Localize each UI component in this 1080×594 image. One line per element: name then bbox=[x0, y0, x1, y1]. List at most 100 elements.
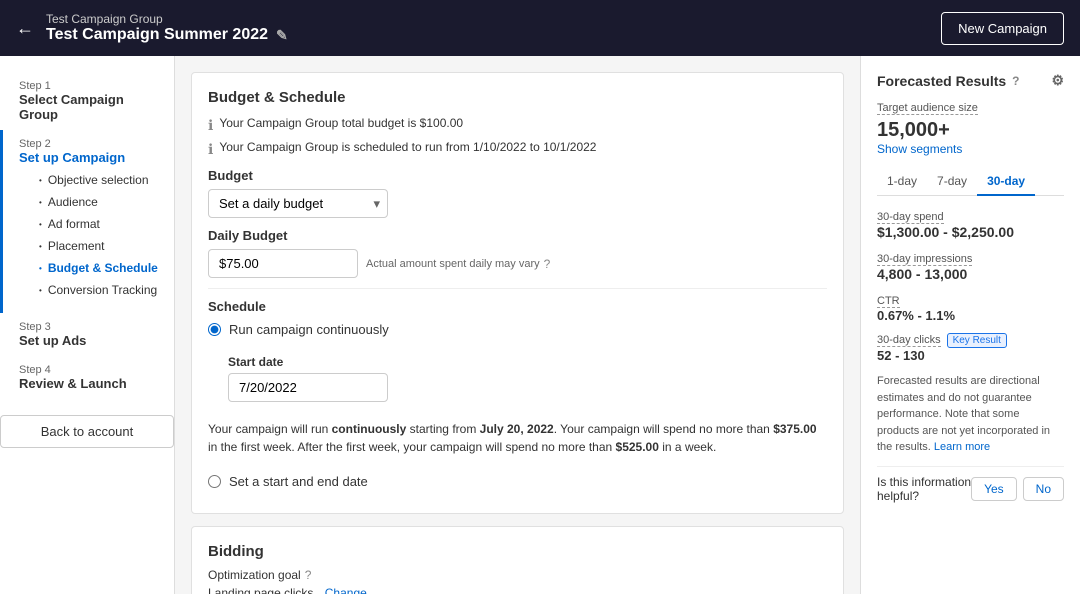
audience-size: 15,000+ bbox=[877, 119, 1064, 142]
hint-question-icon: ? bbox=[544, 257, 551, 271]
sidebar: Step 1 Select Campaign Group Step 2 Set … bbox=[0, 56, 175, 594]
campaign-group-label: Test Campaign Group bbox=[46, 12, 288, 26]
learn-more-link[interactable]: Learn more bbox=[934, 441, 990, 453]
run-continuously-option[interactable]: Run campaign continuously bbox=[208, 322, 827, 337]
clicks-metric: 30-day clicks Key Result 52 - 130 bbox=[877, 333, 1064, 363]
bidding-card: Bidding Optimization goal ? Landing page… bbox=[191, 526, 844, 594]
nav-audience[interactable]: •Audience bbox=[39, 191, 158, 213]
daily-budget-hint: Actual amount spent daily may vary ? bbox=[366, 257, 550, 271]
header-left: ← Test Campaign Group Test Campaign Summ… bbox=[16, 12, 288, 44]
forecast-hint-icon: ? bbox=[1012, 74, 1019, 88]
step2-title: Set up Campaign bbox=[19, 150, 158, 165]
tab-1day[interactable]: 1-day bbox=[877, 168, 927, 196]
tab-7day[interactable]: 7-day bbox=[927, 168, 977, 196]
info-icon-1: ℹ bbox=[208, 117, 213, 134]
forecast-note: Forecasted results are directional estim… bbox=[877, 373, 1064, 456]
campaign-name: Test Campaign Summer 2022 bbox=[46, 26, 268, 44]
optimization-goal-row: Optimization goal ? bbox=[208, 568, 827, 582]
helpful-label: Is this information helpful? bbox=[877, 475, 971, 503]
bullet-icon: • bbox=[39, 242, 42, 251]
nav-objective[interactable]: •Objective selection bbox=[39, 169, 158, 191]
start-date-input[interactable] bbox=[228, 373, 388, 402]
clicks-value: 52 - 130 bbox=[877, 348, 1064, 363]
schedule-radio-group: Run campaign continuously Start date You… bbox=[208, 322, 827, 489]
run-continuously-radio[interactable] bbox=[208, 323, 221, 336]
daily-budget-label: Daily Budget bbox=[208, 228, 827, 243]
bullet-icon: • bbox=[39, 176, 42, 185]
back-to-account-button[interactable]: Back to account bbox=[0, 415, 174, 448]
forecast-gear-icon[interactable]: ⚙ bbox=[1051, 72, 1064, 89]
helpful-buttons: Yes No bbox=[971, 477, 1064, 501]
back-icon: ← bbox=[16, 18, 34, 39]
budget-label: Budget bbox=[208, 168, 827, 183]
divider-1 bbox=[208, 288, 827, 289]
key-result-badge: Key Result bbox=[947, 333, 1007, 348]
campaign-name-row: Test Campaign Summer 2022 ✎ bbox=[46, 26, 288, 44]
forecasted-results-label: Forecasted Results bbox=[877, 73, 1006, 89]
forecast-tabs: 1-day 7-day 30-day bbox=[877, 168, 1064, 196]
bullet-icon: • bbox=[39, 198, 42, 207]
optimization-goal-label: Optimization goal bbox=[208, 568, 301, 582]
start-date-section: Start date bbox=[228, 355, 827, 402]
daily-budget-input-group: Actual amount spent daily may vary ? bbox=[208, 249, 827, 278]
back-button[interactable]: ← bbox=[16, 18, 34, 39]
nav-conversion-tracking[interactable]: •Conversion Tracking bbox=[39, 279, 158, 301]
budget-type-select[interactable]: Set a daily budget Set a total budget No… bbox=[208, 189, 388, 218]
bidding-title: Bidding bbox=[208, 543, 827, 560]
daily-budget-input[interactable] bbox=[208, 249, 358, 278]
ctr-value: 0.67% - 1.1% bbox=[877, 308, 1064, 323]
run-continuously-label: Run campaign continuously bbox=[229, 322, 389, 337]
set-start-end-label: Set a start and end date bbox=[229, 474, 368, 489]
right-panel: Forecasted Results ? ⚙ Target audience s… bbox=[860, 56, 1080, 594]
info-icon-2: ℹ bbox=[208, 141, 213, 158]
step2-nav-list: •Objective selection •Audience •Ad forma… bbox=[19, 165, 158, 305]
spend-metric: 30-day spend $1,300.00 - $2,250.00 bbox=[877, 208, 1064, 240]
impressions-value: 4,800 - 13,000 bbox=[877, 266, 1064, 282]
tab-30day[interactable]: 30-day bbox=[977, 168, 1035, 196]
nav-placement[interactable]: •Placement bbox=[39, 235, 158, 257]
main-body: Step 1 Select Campaign Group Step 2 Set … bbox=[0, 56, 1080, 594]
impressions-label: 30-day impressions bbox=[877, 253, 972, 266]
change-link[interactable]: Change bbox=[325, 586, 367, 594]
info-row-1: ℹ Your Campaign Group total budget is $1… bbox=[208, 116, 827, 134]
landing-page-clicks-row: Landing page clicks Change bbox=[208, 586, 827, 594]
set-start-end-option[interactable]: Set a start and end date bbox=[208, 474, 827, 489]
optimization-hint-icon: ? bbox=[305, 568, 312, 582]
budget-schedule-title: Budget & Schedule bbox=[208, 89, 827, 106]
forecast-title-text: Forecasted Results ? bbox=[877, 73, 1020, 89]
nav-budget-schedule[interactable]: •Budget & Schedule bbox=[39, 257, 158, 279]
step3-title: Set up Ads bbox=[19, 333, 158, 348]
step4-title: Review & Launch bbox=[19, 376, 158, 391]
clicks-label: 30-day clicks bbox=[877, 334, 941, 347]
info-text-1: Your Campaign Group total budget is $100… bbox=[219, 116, 463, 130]
step3-label: Step 3 bbox=[19, 321, 158, 333]
spend-value: $1,300.00 - $2,250.00 bbox=[877, 224, 1064, 240]
yes-button[interactable]: Yes bbox=[971, 477, 1017, 501]
helpful-row: Is this information helpful? Yes No bbox=[877, 466, 1064, 503]
bullet-icon: • bbox=[39, 220, 42, 229]
info-row-2: ℹ Your Campaign Group is scheduled to ru… bbox=[208, 140, 827, 158]
no-button[interactable]: No bbox=[1023, 477, 1064, 501]
sidebar-step1: Step 1 Select Campaign Group bbox=[0, 72, 174, 130]
step4-label: Step 4 bbox=[19, 364, 158, 376]
sidebar-step4: Step 4 Review & Launch bbox=[0, 356, 174, 399]
impressions-metric: 30-day impressions 4,800 - 13,000 bbox=[877, 250, 1064, 282]
ctr-metric: CTR 0.67% - 1.1% bbox=[877, 292, 1064, 323]
header: ← Test Campaign Group Test Campaign Summ… bbox=[0, 0, 1080, 56]
sidebar-step3: Step 3 Set up Ads bbox=[0, 313, 174, 356]
set-start-end-radio[interactable] bbox=[208, 475, 221, 488]
nav-ad-format[interactable]: •Ad format bbox=[39, 213, 158, 235]
edit-icon[interactable]: ✎ bbox=[276, 27, 288, 44]
step2-label: Step 2 bbox=[19, 138, 158, 150]
schedule-label: Schedule bbox=[208, 299, 827, 314]
start-date-label: Start date bbox=[228, 355, 827, 369]
forecast-title-row: Forecasted Results ? ⚙ bbox=[877, 72, 1064, 89]
budget-type-select-wrapper: Set a daily budget Set a total budget No… bbox=[208, 189, 388, 218]
bullet-icon: • bbox=[39, 286, 42, 295]
step1-title: Select Campaign Group bbox=[19, 92, 158, 122]
show-segments-link[interactable]: Show segments bbox=[877, 142, 1064, 156]
run-info-text: Your campaign will run continuously star… bbox=[208, 420, 827, 456]
spend-label: 30-day spend bbox=[877, 211, 944, 224]
new-campaign-button[interactable]: New Campaign bbox=[941, 12, 1064, 45]
ctr-label: CTR bbox=[877, 295, 900, 308]
